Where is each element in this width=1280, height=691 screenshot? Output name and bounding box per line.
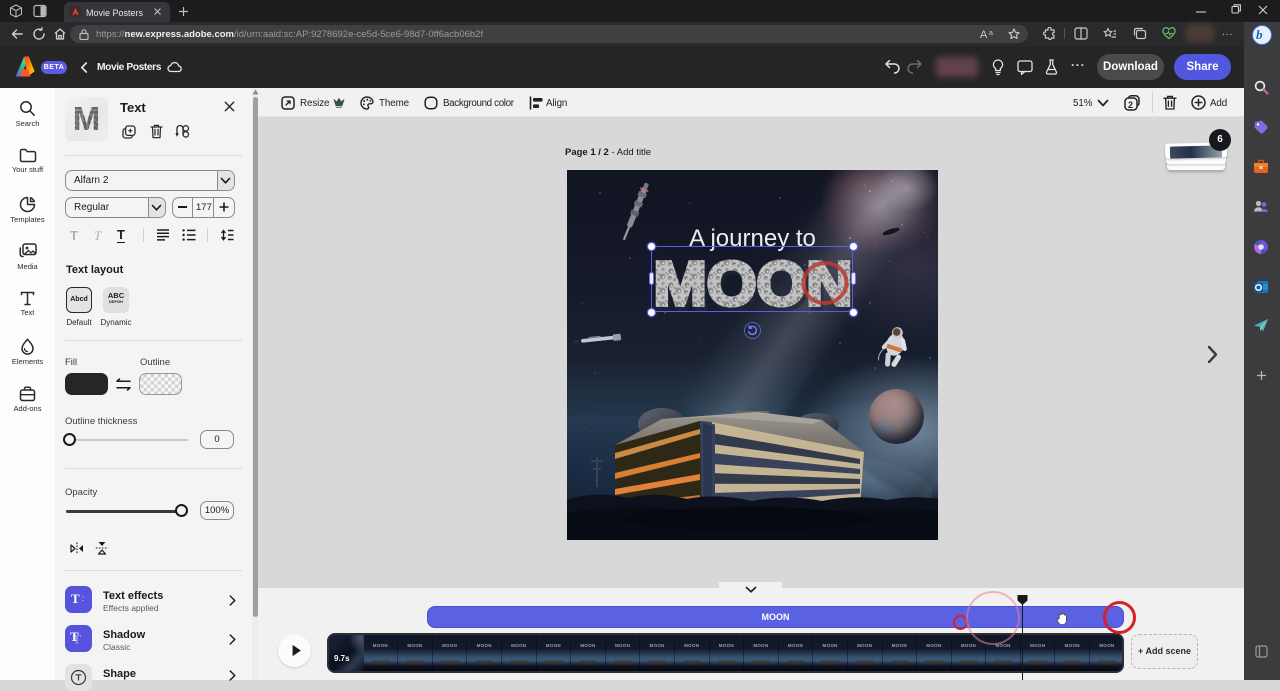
svg-text:A: A	[980, 29, 988, 40]
svg-text:a: a	[989, 30, 993, 37]
svg-text:2: 2	[1128, 100, 1133, 110]
